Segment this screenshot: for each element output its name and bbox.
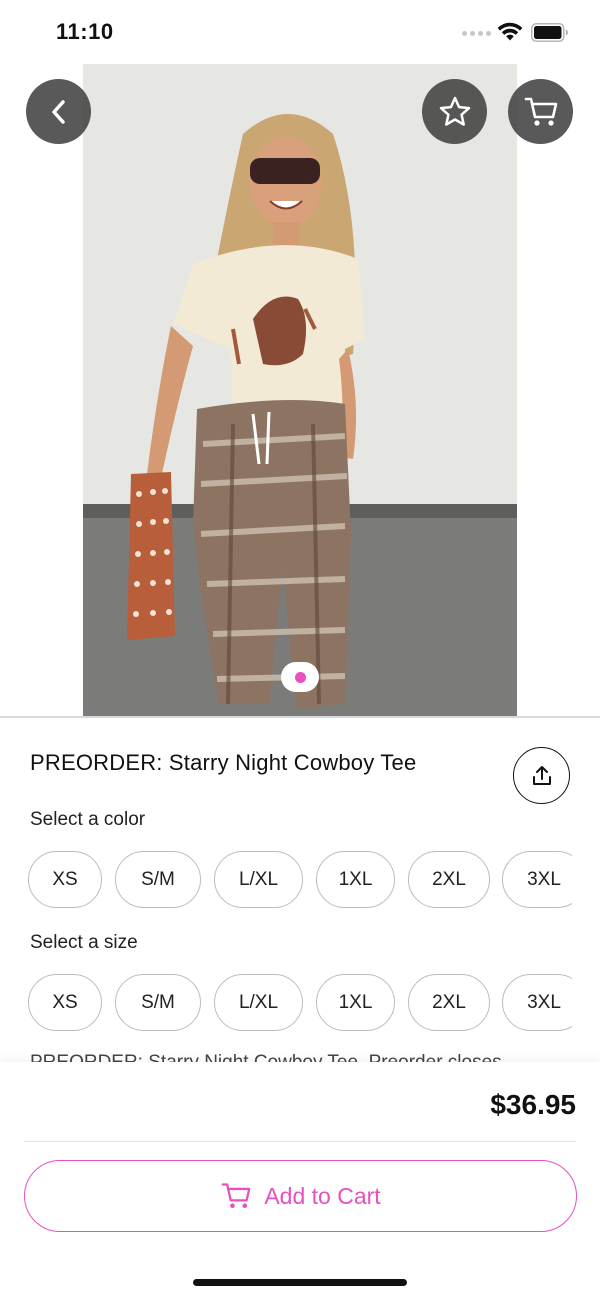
color-option-chip[interactable]: 1XL (316, 851, 395, 908)
color-section-label: Select a color (30, 809, 146, 830)
battery-icon (531, 23, 568, 42)
color-option-chip[interactable]: S/M (115, 851, 201, 908)
image-pager[interactable] (281, 662, 319, 692)
checkout-divider (24, 1141, 576, 1142)
wifi-icon (497, 22, 523, 41)
image-divider (0, 716, 600, 718)
color-option-chip[interactable]: XS (28, 851, 102, 908)
size-options: XS S/M L/XL 1XL 2XL 3XL (28, 974, 572, 1034)
cart-icon (221, 1183, 251, 1208)
chevron-left-icon (51, 99, 65, 124)
share-icon (532, 765, 551, 785)
product-photo (83, 64, 517, 716)
product-price: $36.95 (490, 1089, 576, 1120)
star-outline-icon (439, 96, 470, 126)
add-to-cart-button[interactable]: Add to Cart (24, 1160, 577, 1232)
product-image[interactable] (83, 64, 517, 716)
cart-icon (524, 97, 557, 126)
size-section-label: Select a size (30, 932, 138, 953)
size-option-chip[interactable]: S/M (115, 974, 201, 1031)
size-option-chip[interactable]: L/XL (214, 974, 303, 1031)
cellular-signal-icon (462, 31, 491, 36)
status-bar: 11:10 (0, 0, 600, 64)
color-option-chip[interactable]: L/XL (214, 851, 303, 908)
product-title: PREORDER: Starry Night Cowboy Tee (30, 750, 417, 775)
color-options: XS S/M L/XL 1XL 2XL 3XL (28, 851, 572, 911)
pager-dot-active (294, 671, 306, 683)
cart-button[interactable] (508, 79, 573, 144)
add-to-cart-label: Add to Cart (264, 1182, 381, 1209)
color-option-chip[interactable]: 3XL (502, 851, 572, 908)
color-option-chip[interactable]: 2XL (408, 851, 490, 908)
back-button[interactable] (26, 79, 91, 144)
size-option-chip[interactable]: XS (28, 974, 102, 1031)
size-option-chip[interactable]: 2XL (408, 974, 490, 1031)
size-option-chip[interactable]: 1XL (316, 974, 395, 1031)
share-button[interactable] (513, 747, 570, 804)
status-time: 11:10 (56, 19, 114, 44)
size-option-chip[interactable]: 3XL (502, 974, 572, 1031)
home-indicator[interactable] (193, 1279, 407, 1286)
favorite-button[interactable] (422, 79, 487, 144)
